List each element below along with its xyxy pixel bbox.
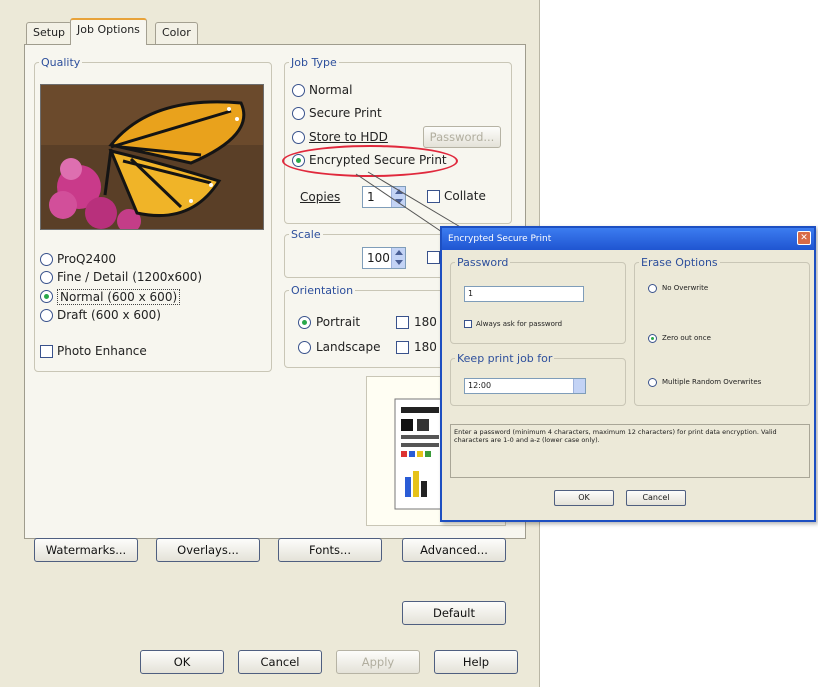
- always-ask-checkbox[interactable]: [464, 320, 472, 328]
- erase-label-zero-out: Zero out once: [662, 334, 711, 342]
- keep-job-spinbox[interactable]: 12:00: [464, 378, 586, 394]
- close-icon[interactable]: ✕: [797, 231, 811, 245]
- watermarks-button[interactable]: Watermarks...: [34, 538, 138, 562]
- dialog-title: Encrypted Secure Print: [442, 228, 814, 250]
- dialog-cancel-button[interactable]: Cancel: [626, 490, 686, 506]
- always-ask-label: Always ask for password: [476, 320, 563, 328]
- keep-job-legend: Keep print job for: [457, 352, 553, 365]
- dialog-info-text: Enter a password (minimum 4 characters, …: [450, 424, 810, 478]
- keep-job-value: 12:00: [468, 381, 492, 390]
- ok-button[interactable]: OK: [140, 650, 224, 674]
- overlays-button[interactable]: Overlays...: [156, 538, 260, 562]
- erase-radio-zero-out[interactable]: [648, 334, 657, 343]
- password-input[interactable]: 1: [464, 286, 584, 302]
- tab-job-options[interactable]: Job Options: [70, 18, 147, 45]
- help-button[interactable]: Help: [434, 650, 518, 674]
- apply-button[interactable]: Apply: [336, 650, 420, 674]
- cancel-button[interactable]: Cancel: [238, 650, 322, 674]
- default-button[interactable]: Default: [402, 601, 506, 625]
- dialog-ok-button[interactable]: OK: [554, 490, 614, 506]
- erase-radio-no-overwrite[interactable]: [648, 284, 657, 293]
- password-legend: Password: [457, 256, 509, 269]
- keep-job-spin-arrows-icon[interactable]: [573, 379, 585, 393]
- erase-label-no-overwrite: No Overwrite: [662, 284, 709, 292]
- erase-options-legend: Erase Options: [641, 256, 718, 269]
- erase-label-multiple-random: Multiple Random Overwrites: [662, 378, 762, 386]
- erase-radio-multiple-random[interactable]: [648, 378, 657, 387]
- encrypted-secure-print-dialog: Encrypted Secure Print ✕ Password 1 Alwa…: [440, 226, 816, 522]
- advanced-button[interactable]: Advanced...: [402, 538, 506, 562]
- fonts-button[interactable]: Fonts...: [278, 538, 382, 562]
